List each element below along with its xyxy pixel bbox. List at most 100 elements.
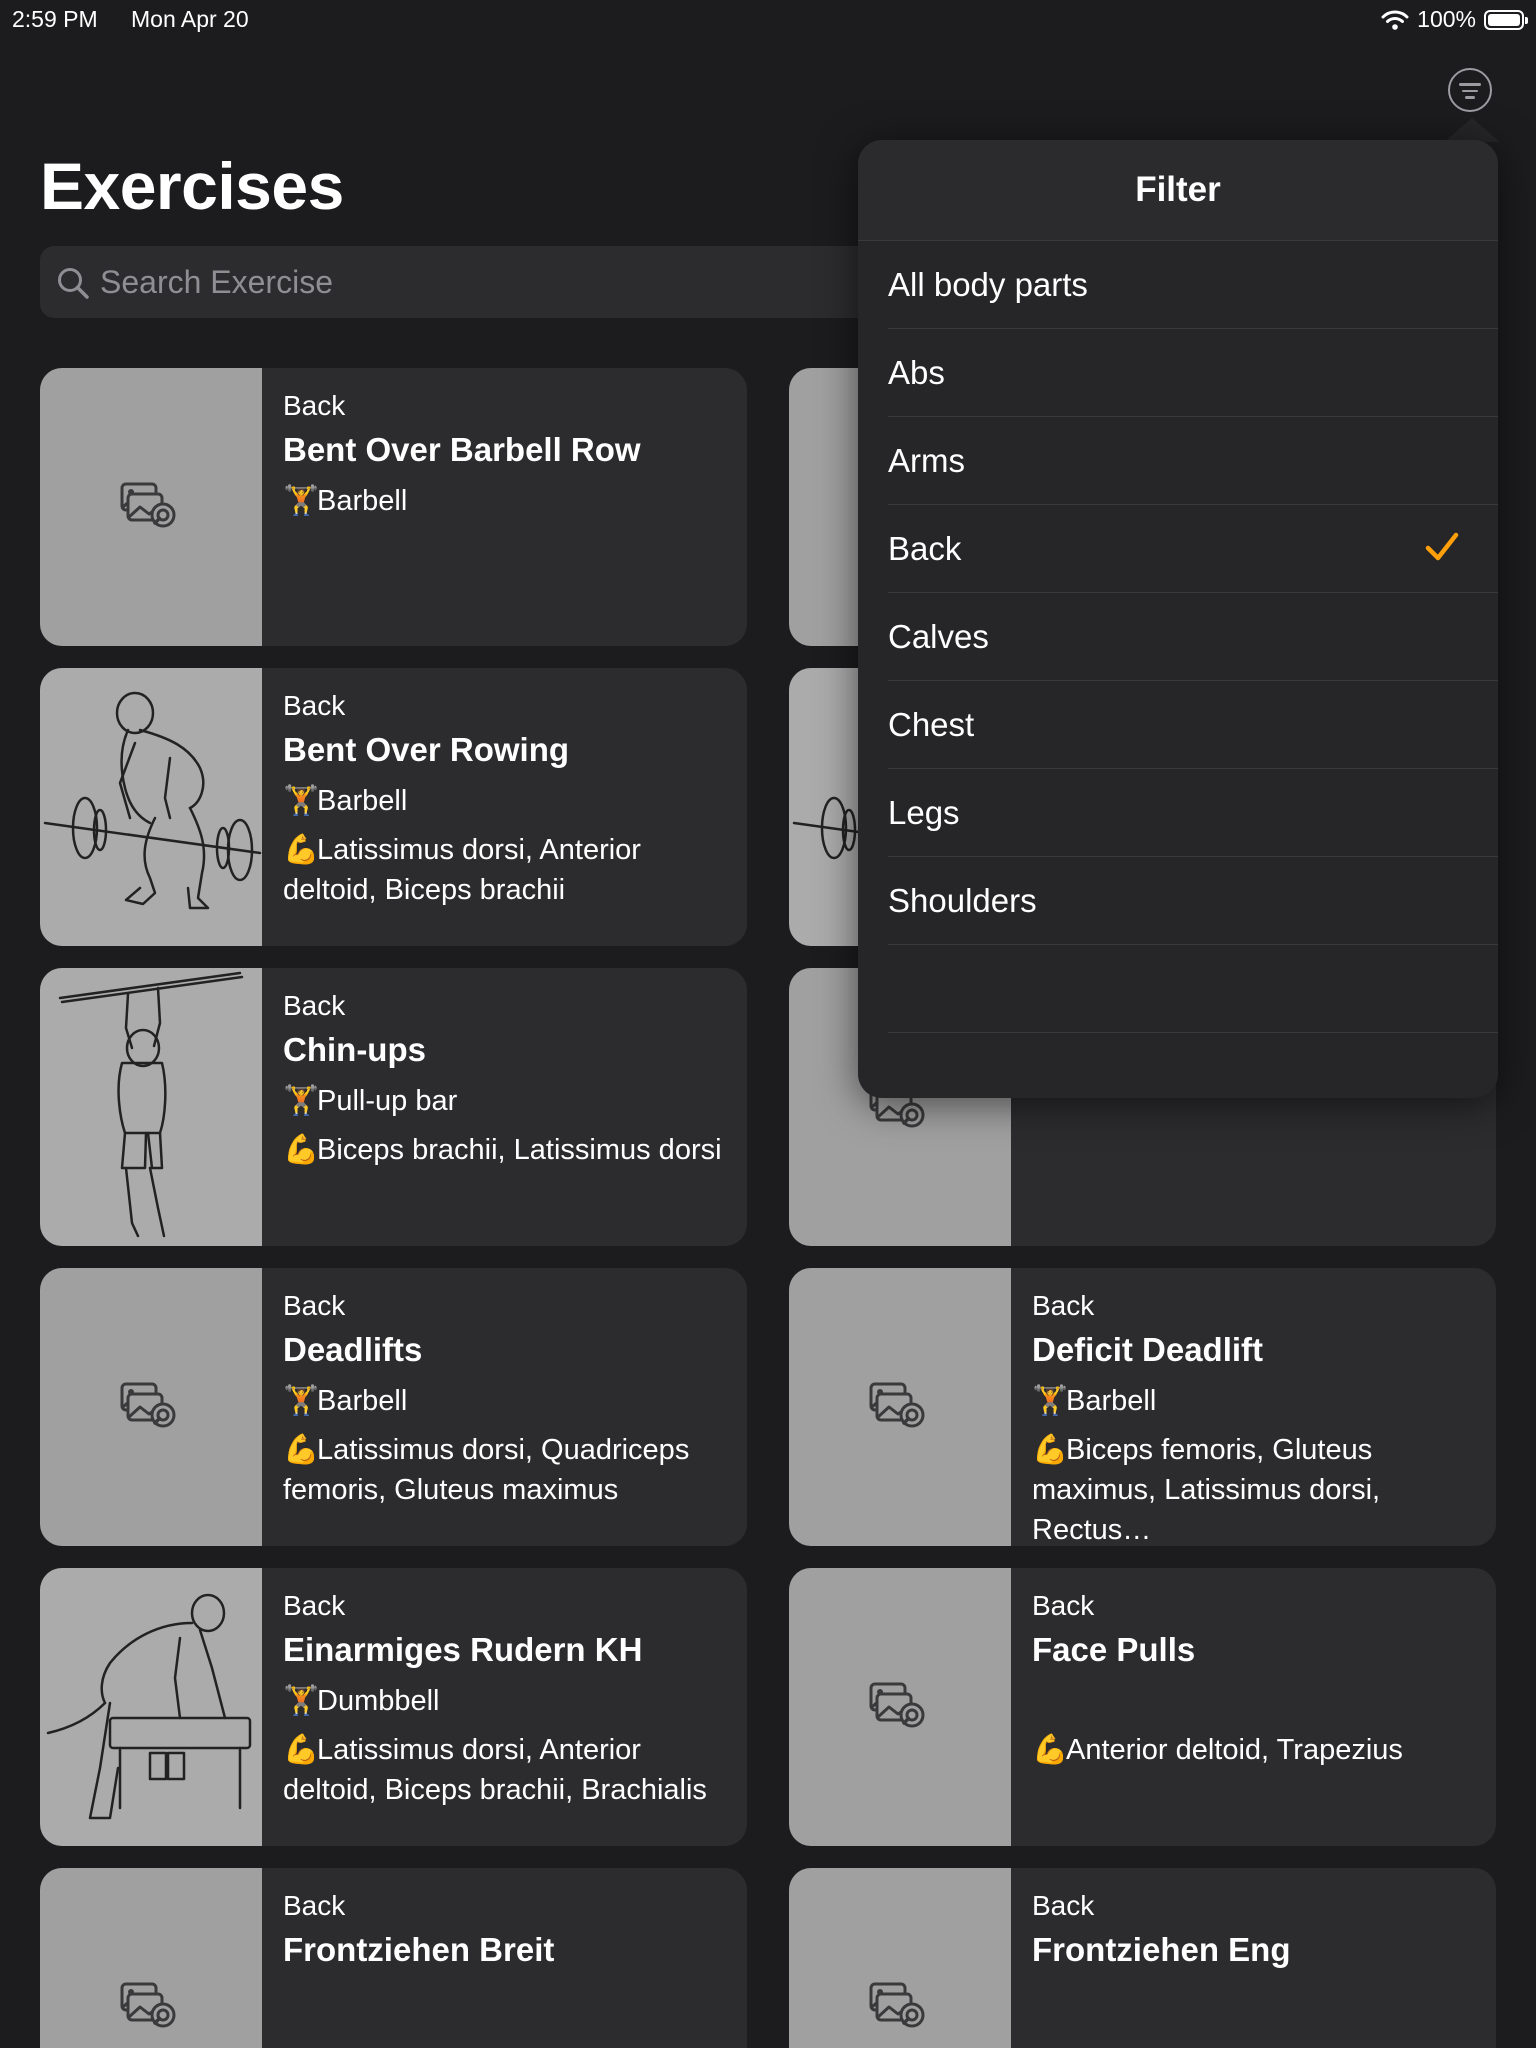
filter-option-label: Abs [888,353,945,391]
filter-option[interactable]: Abs [888,329,1498,417]
photo-magnifier-icon [120,1382,176,1428]
exercise-body-part: Back [283,1890,346,1921]
flexed-biceps-icon: 💪 [283,1434,320,1466]
exercise-info: Back Frontziehen Eng [1011,1868,1496,2048]
filter-option[interactable] [888,945,1498,1033]
filter-option-label: Arms [888,441,965,479]
exercise-card[interactable]: Back Chin-ups 🏋Pull-up bar 💪Biceps brach… [40,968,747,1246]
filter-option[interactable]: All body parts [888,241,1498,329]
exercise-body-part: Back [1032,1290,1095,1321]
exercise-equipment: 🏋Barbell [283,1384,735,1418]
exercise-muscles: 💪Biceps brachii, Latissimus dorsi [283,1130,735,1170]
exercise-name: Chin-ups [283,1031,426,1068]
equipment-label: Barbell [1066,1385,1157,1417]
page-title: Exercises [40,149,344,223]
exercise-card[interactable]: Back Bent Over Barbell Row 🏋Barbell [40,368,747,646]
filter-option-label: Back [888,529,962,567]
checkmark-icon [1425,532,1459,561]
exercise-drawing-image [58,971,244,1238]
filter-option[interactable]: Shoulders [888,857,1498,945]
filter-option-label: Shoulders [888,881,1037,919]
exercise-thumbnail [789,1268,1011,1546]
filter-option[interactable]: Back [888,505,1498,593]
filter-popover: Filter All body parts Abs Arms Back Calves Ch… [858,140,1498,1098]
exercise-body-part: Back [283,990,346,1021]
exercise-card[interactable]: Back Einarmiges Rudern KH 🏋Dumbbell 💪Lat… [40,1568,747,1846]
exercise-card[interactable]: Back Deadlifts 🏋Barbell 💪Latissimus dors… [40,1268,747,1546]
wifi-icon [1381,10,1409,30]
popover-arrow [1444,118,1500,142]
exercise-body-part: Back [283,1590,346,1621]
filter-title: Filter [858,140,1498,241]
exercise-thumbnail [40,968,262,1246]
exercise-drawing-image [46,1593,252,1820]
exercise-thumbnail [789,1868,1011,2048]
muscles-label: Latissimus dorsi, Quadriceps femoris, Gl… [283,1434,690,1506]
exercise-muscles: 💪Biceps femoris, Gluteus maximus, Latiss… [1032,1430,1484,1546]
weightlifter-icon: 🏋 [1032,1385,1069,1417]
exercise-body-part: Back [1032,1890,1095,1921]
exercise-info: Back Chin-ups 🏋Pull-up bar 💪Biceps brach… [262,968,747,1246]
equipment-label: Dumbbell [317,1685,440,1717]
exercise-name: Deadlifts [283,1331,423,1368]
exercise-name: Bent Over Barbell Row [283,431,641,468]
exercise-muscles: 💪Anterior deltoid, Trapezius [1032,1730,1484,1770]
exercise-thumbnail [789,1568,1011,1846]
exercise-name: Frontziehen Eng [1032,1931,1291,1968]
exercise-card[interactable]: Back Frontziehen Breit [40,1868,747,2048]
exercise-info: Back Deadlifts 🏋Barbell 💪Latissimus dors… [262,1268,747,1546]
exercise-name: Einarmiges Rudern KH [283,1631,643,1668]
exercise-thumbnail [40,1868,262,2048]
filter-button[interactable] [1448,68,1492,112]
equipment-label: Barbell [317,1385,408,1417]
photo-magnifier-icon [869,1982,925,2028]
exercise-name: Bent Over Rowing [283,731,570,768]
exercise-card[interactable]: Back Frontziehen Eng [789,1868,1496,2048]
battery-icon [1484,9,1528,30]
exercise-info: Back Frontziehen Breit [262,1868,747,2048]
search-icon [58,268,89,299]
exercise-drawing-image [43,691,262,910]
exercise-info: Back Bent Over Barbell Row 🏋Barbell [262,368,747,646]
weightlifter-icon: 🏋 [283,1085,320,1117]
exercise-thumbnail [40,668,262,946]
filter-option[interactable]: Calves [888,593,1498,681]
muscles-label: Biceps brachii, Latissimus dorsi [317,1134,722,1166]
photo-magnifier-icon [869,1382,925,1428]
filter-option-label: All body parts [888,265,1088,303]
exercise-muscles: 💪Latissimus dorsi, Anterior deltoid, Bic… [283,830,735,910]
exercise-thumbnail [40,368,262,646]
exercise-body-part: Back [283,1290,346,1321]
exercise-equipment: 🏋Barbell [283,784,735,818]
exercise-card[interactable]: Back Deficit Deadlift 🏋Barbell 💪Biceps f… [789,1268,1496,1546]
exercise-name: Frontziehen Breit [283,1931,555,1968]
filter-option[interactable]: Arms [888,417,1498,505]
flexed-biceps-icon: 💪 [283,834,320,866]
battery-percent: 100% [1417,6,1476,32]
status-date: Mon Apr 20 [131,6,249,32]
exercise-equipment: 🏋Barbell [283,484,735,518]
exercise-body-part: Back [283,690,346,721]
weightlifter-icon: 🏋 [283,1685,320,1717]
filter-option[interactable]: Legs [888,769,1498,857]
search-input[interactable] [100,246,700,318]
status-indicators: 100% [1381,6,1528,33]
exercise-equipment: 🏋Dumbbell [283,1684,735,1718]
muscles-label: Biceps femoris, Gluteus maximus, Latissi… [1032,1434,1381,1546]
filter-option-label: Chest [888,705,975,743]
exercise-card[interactable]: Back Face Pulls 💪Anterior deltoid, Trape… [789,1568,1496,1846]
status-time: 2:59 PM [12,6,98,32]
flexed-biceps-icon: 💪 [1032,1734,1069,1766]
muscles-label: Latissimus dorsi, Anterior deltoid, Bice… [283,834,641,906]
muscles-label: Anterior deltoid, Trapezius [1066,1734,1403,1766]
equipment-label: Barbell [317,785,408,817]
exercise-name: Deficit Deadlift [1032,1331,1264,1368]
muscles-label: Latissimus dorsi, Anterior deltoid, Bice… [283,1734,707,1806]
exercise-info: Back Bent Over Rowing 🏋Barbell 💪Latissim… [262,668,747,946]
filter-option[interactable]: Chest [888,681,1498,769]
exercise-muscles: 💪Latissimus dorsi, Quadriceps femoris, G… [283,1430,735,1510]
exercise-card[interactable]: Back Bent Over Rowing 🏋Barbell 💪Latissim… [40,668,747,946]
filter-option-label: Legs [888,793,960,831]
photo-magnifier-icon [120,1982,176,2028]
exercise-equipment: 🏋Pull-up bar [283,1084,735,1118]
